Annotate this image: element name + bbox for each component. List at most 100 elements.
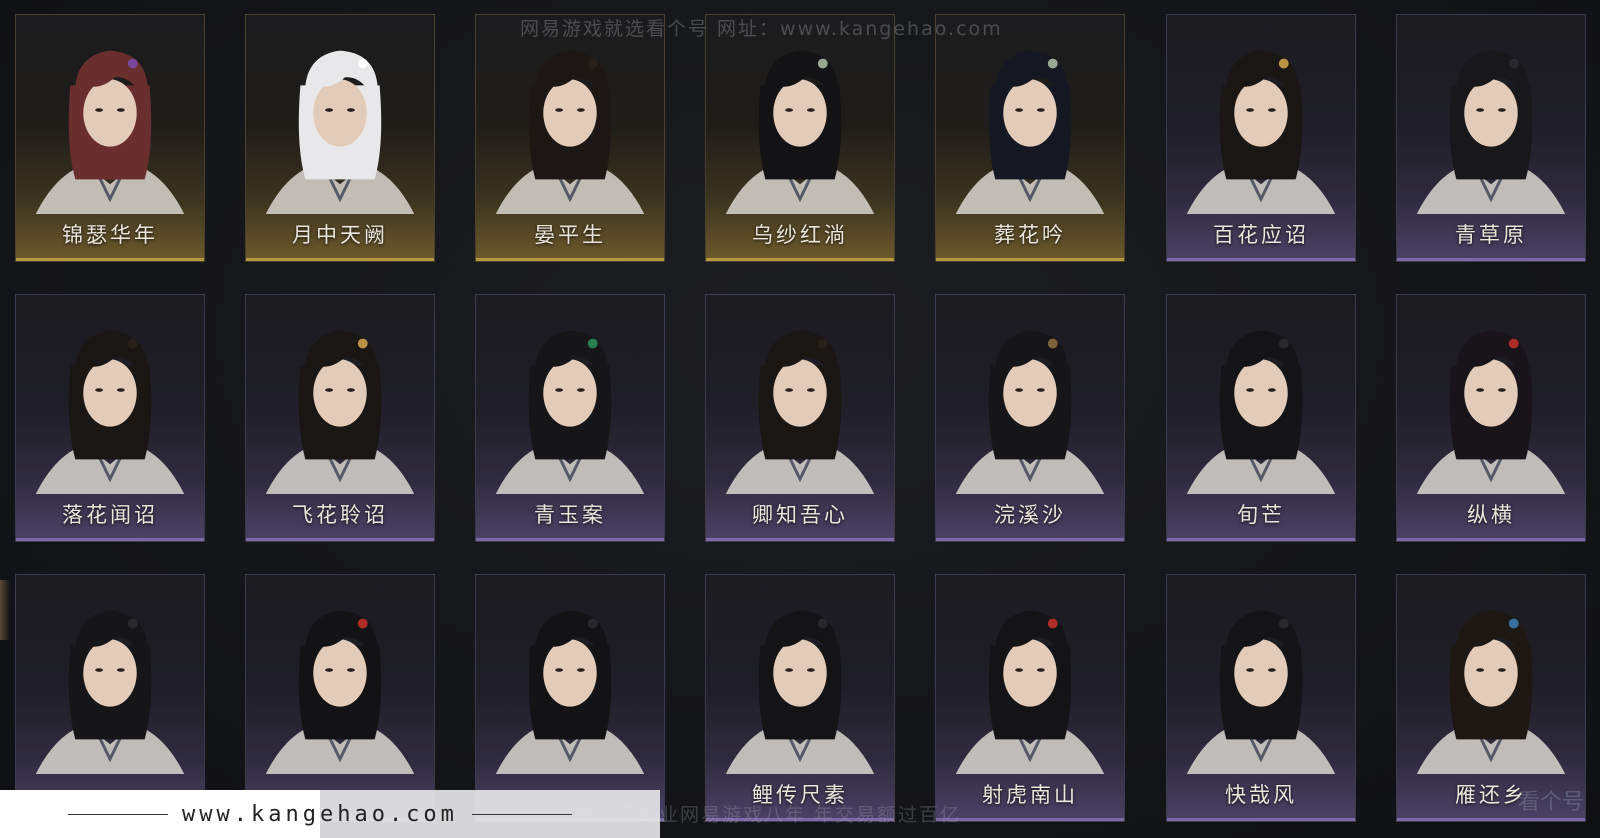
eye-shape <box>1267 108 1276 112</box>
hairstyle-name: 锦瑟华年 <box>62 223 158 247</box>
hairstyle-card[interactable]: 青草原 <box>1396 14 1586 262</box>
hairstyle-portrait <box>1416 50 1566 214</box>
eye-shape <box>1246 108 1255 112</box>
hairstyle-portrait <box>725 610 875 774</box>
eye-shape <box>95 108 104 112</box>
eye-shape <box>1497 108 1506 112</box>
hair-ornament <box>1508 618 1519 629</box>
hairstyle-portrait <box>1186 50 1336 214</box>
hairstyle-card[interactable]: 快哉风 <box>1166 574 1356 822</box>
hairstyle-card[interactable]: 纵横 <box>1396 294 1586 542</box>
eye-shape <box>1497 668 1506 672</box>
eye-shape <box>785 668 794 672</box>
hairstyle-card[interactable]: 卿知吾心 <box>705 294 895 542</box>
hairstyle-portrait <box>495 330 645 494</box>
hairstyle-portrait <box>265 330 415 494</box>
eye-shape <box>1015 108 1024 112</box>
footer-line-left <box>68 813 168 815</box>
hairstyle-name: 青玉案 <box>534 503 606 527</box>
hairstyle-portrait <box>725 330 875 494</box>
eye-shape <box>1036 108 1045 112</box>
face-shape <box>1003 639 1057 707</box>
hairstyle-card[interactable] <box>475 574 665 822</box>
footer-url-text[interactable]: www.kangehao.com <box>168 802 472 827</box>
hair-ornament <box>1047 618 1058 629</box>
hair-ornament <box>817 338 828 349</box>
face-shape <box>313 359 367 427</box>
hairstyle-name: 快哉风 <box>1225 783 1297 807</box>
eye-shape <box>116 108 125 112</box>
hairstyle-portrait <box>35 610 185 774</box>
hair-ornament <box>817 618 828 629</box>
hair-ornament <box>1508 58 1519 69</box>
hairstyle-card[interactable]: 晏平生 <box>475 14 665 262</box>
hairstyle-card[interactable] <box>15 574 205 822</box>
face-shape <box>1234 639 1288 707</box>
hairstyle-name: 旬芒 <box>1237 503 1285 527</box>
eye-shape <box>325 668 334 672</box>
hairstyle-name: 晏平生 <box>534 223 606 247</box>
hair-ornament <box>587 58 598 69</box>
face-shape <box>543 639 597 707</box>
hairstyle-name: 乌纱红淌 <box>752 223 848 247</box>
eye-shape <box>555 668 564 672</box>
edge-decoration <box>0 580 10 640</box>
face-shape <box>543 359 597 427</box>
hairstyle-card[interactable]: 葬花吟 <box>935 14 1125 262</box>
hairstyle-card[interactable]: 浣溪沙 <box>935 294 1125 542</box>
eye-shape <box>1015 668 1024 672</box>
eye-shape <box>1246 668 1255 672</box>
eye-shape <box>576 108 585 112</box>
hairstyle-name: 青草原 <box>1455 223 1527 247</box>
watermark-top: 网易游戏就选看个号 网址：www.kangehao.com <box>520 18 1003 40</box>
hairstyle-card[interactable]: 旬芒 <box>1166 294 1356 542</box>
hairstyle-portrait <box>1186 330 1336 494</box>
eye-shape <box>346 388 355 392</box>
face-shape <box>1464 639 1518 707</box>
watermark-logo: 看个号 <box>1420 780 1590 820</box>
hair-ornament <box>587 338 598 349</box>
hairstyle-name: 百花应诏 <box>1213 223 1309 247</box>
hairstyle-card[interactable]: 锦瑟华年 <box>15 14 205 262</box>
hairstyle-card[interactable]: 青玉案 <box>475 294 665 542</box>
eye-shape <box>346 108 355 112</box>
hairstyle-grid-screen: 锦瑟华年 月中天阙 晏平生 乌纱红淌 葬花吟 百花应诏 青草原落花闻诏 飞花聆诏 青玉案 卿知吾心… <box>0 0 1600 838</box>
hairstyle-card[interactable]: 射虎南山 <box>935 574 1125 822</box>
face-shape <box>313 639 367 707</box>
hairstyle-card[interactable]: 飞花聆诏 <box>245 294 435 542</box>
hair-ornament <box>127 618 138 629</box>
eye-shape <box>806 388 815 392</box>
eye-shape <box>325 108 334 112</box>
eye-shape <box>1476 668 1485 672</box>
hair-ornament <box>1508 338 1519 349</box>
hairstyle-portrait <box>265 50 415 214</box>
hairstyle-portrait <box>35 330 185 494</box>
hair-ornament <box>357 618 368 629</box>
hairstyle-card[interactable]: 乌纱红淌 <box>705 14 895 262</box>
face-shape <box>543 79 597 147</box>
eye-shape <box>95 668 104 672</box>
eye-shape <box>116 668 125 672</box>
hairstyle-card[interactable]: 月中天阙 <box>245 14 435 262</box>
eye-shape <box>576 668 585 672</box>
eye-shape <box>1476 388 1485 392</box>
hairstyle-card[interactable]: 百花应诏 <box>1166 14 1356 262</box>
face-shape <box>313 79 367 147</box>
hairstyle-name: 卿知吾心 <box>752 503 848 527</box>
eye-shape <box>325 388 334 392</box>
eye-shape <box>116 388 125 392</box>
hairstyle-card[interactable]: 落花闻诏 <box>15 294 205 542</box>
hairstyle-portrait <box>495 610 645 774</box>
hairstyle-card[interactable] <box>245 574 435 822</box>
hairstyle-portrait <box>1416 330 1566 494</box>
hairstyle-portrait <box>1416 610 1566 774</box>
face-shape <box>1003 359 1057 427</box>
hair-ornament <box>127 338 138 349</box>
eye-shape <box>1015 388 1024 392</box>
hairstyle-card[interactable]: 鲤传尺素 <box>705 574 895 822</box>
hairstyle-portrait <box>495 50 645 214</box>
hairstyle-name: 飞花聆诏 <box>292 503 388 527</box>
hairstyle-portrait <box>955 610 1105 774</box>
eye-shape <box>346 668 355 672</box>
face-shape <box>1464 359 1518 427</box>
